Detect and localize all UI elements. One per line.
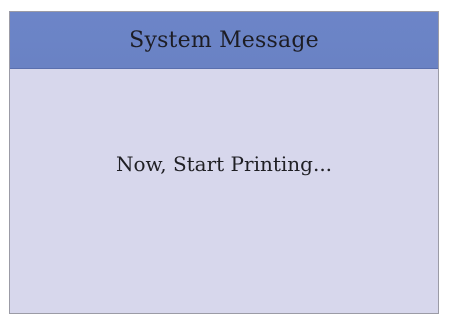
dialog-body: Now, Start Printing...: [10, 69, 438, 313]
system-message-dialog: System Message Now, Start Printing...: [9, 11, 439, 314]
status-message: Now, Start Printing...: [115, 152, 333, 176]
dialog-title: System Message: [129, 27, 319, 53]
dialog-titlebar: System Message: [10, 12, 438, 69]
